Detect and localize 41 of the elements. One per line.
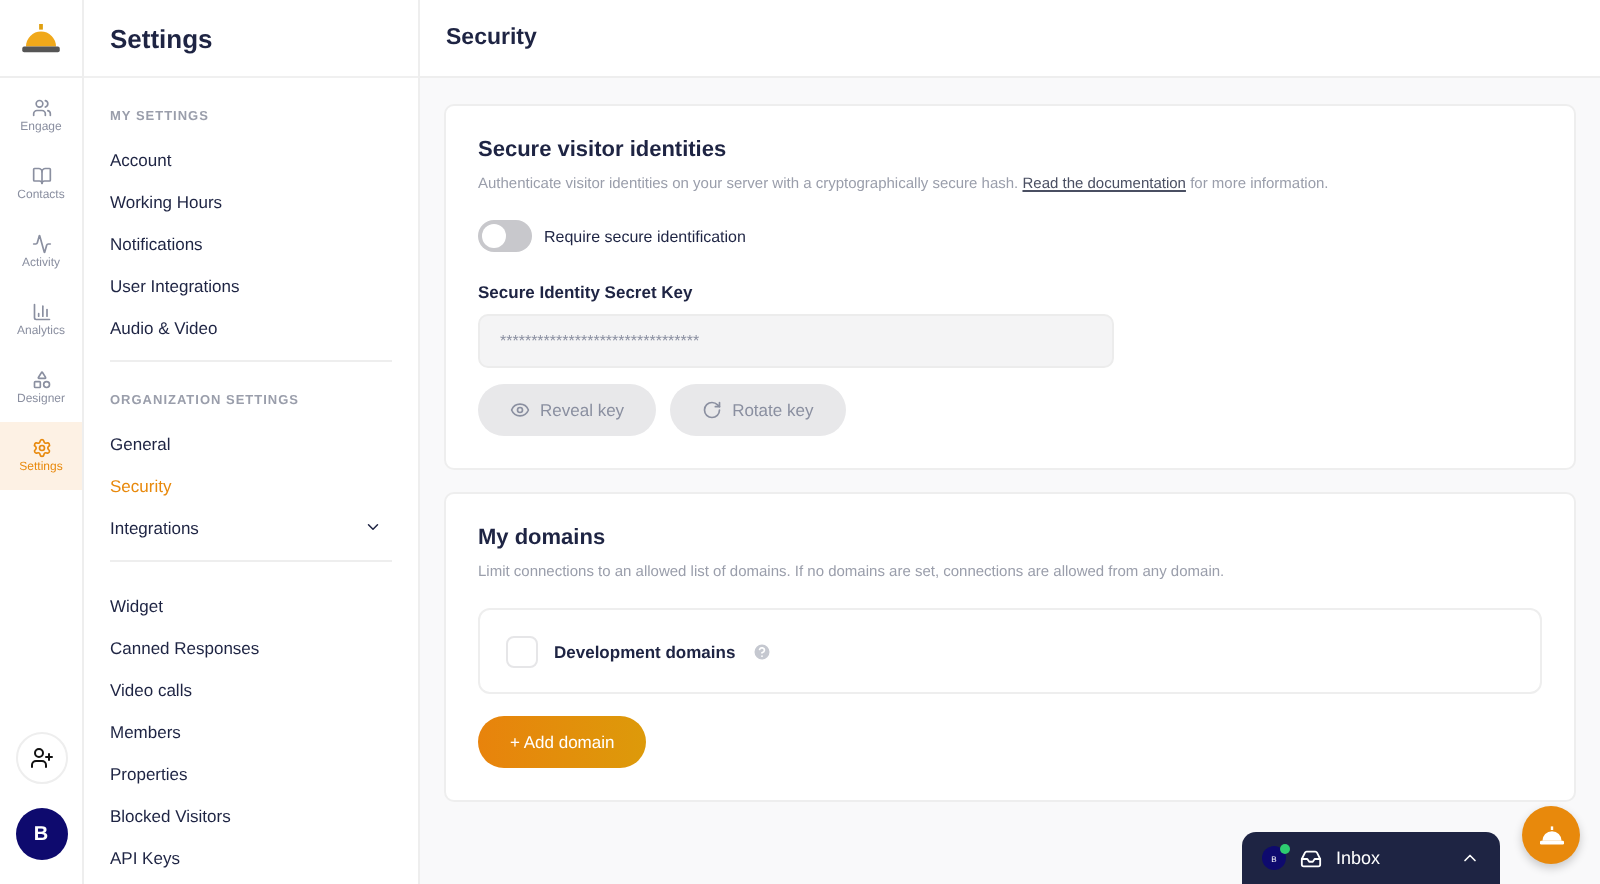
people-icon: [31, 98, 51, 118]
checkbox[interactable]: [506, 635, 538, 667]
bell-icon: [1539, 825, 1563, 845]
option-label: Development domains: [554, 641, 736, 661]
nav-item[interactable]: User Integrations: [110, 264, 392, 306]
nav-item[interactable]: Blocked Visitors: [110, 794, 392, 836]
nav-item-label: Integrations: [110, 517, 199, 537]
help-icon[interactable]: [751, 641, 772, 661]
nav-item[interactable]: Canned Responses: [110, 626, 392, 668]
nav-item[interactable]: Working Hours: [110, 180, 392, 222]
card-title: Secure visitor identities: [478, 138, 729, 162]
nav-item[interactable]: Integrations: [110, 506, 392, 548]
rotate-icon: [702, 400, 723, 420]
settings-icon: [31, 438, 51, 458]
nav-item[interactable]: Account: [110, 138, 392, 180]
user-plus-icon: [29, 746, 53, 770]
nav-item[interactable]: Widget: [110, 584, 392, 626]
inbox-label: Inbox: [1336, 848, 1383, 868]
bell-logo-icon: [22, 23, 60, 53]
add-user-button[interactable]: [15, 732, 67, 784]
chat-bell-button[interactable]: [1522, 806, 1580, 864]
sidebar-title: Settings: [84, 0, 418, 78]
nav-item[interactable]: Audio & Video: [110, 306, 392, 348]
inbox-icon: [1300, 847, 1322, 869]
nav-item[interactable]: Notifications: [110, 222, 392, 264]
bar-chart-icon: [31, 302, 51, 322]
book-icon: [31, 166, 51, 186]
shapes-icon: [31, 370, 51, 390]
nav-item[interactable]: API Keys: [110, 836, 392, 878]
nav-item[interactable]: General: [110, 422, 392, 464]
eye-icon: [510, 400, 530, 420]
nav-item[interactable]: Members: [110, 710, 392, 752]
toggle-switch[interactable]: [478, 220, 532, 252]
field-label: Secure Identity Secret Key: [478, 282, 695, 302]
pulse-icon: [31, 234, 51, 254]
card-title: My domains: [478, 526, 608, 550]
toggle-label: Require secure identification: [544, 227, 746, 245]
user-avatar[interactable]: B: [15, 808, 67, 860]
page-title: Security: [420, 0, 1600, 78]
nav-item[interactable]: Video calls: [110, 668, 392, 710]
nav-item[interactable]: Properties: [110, 752, 392, 794]
